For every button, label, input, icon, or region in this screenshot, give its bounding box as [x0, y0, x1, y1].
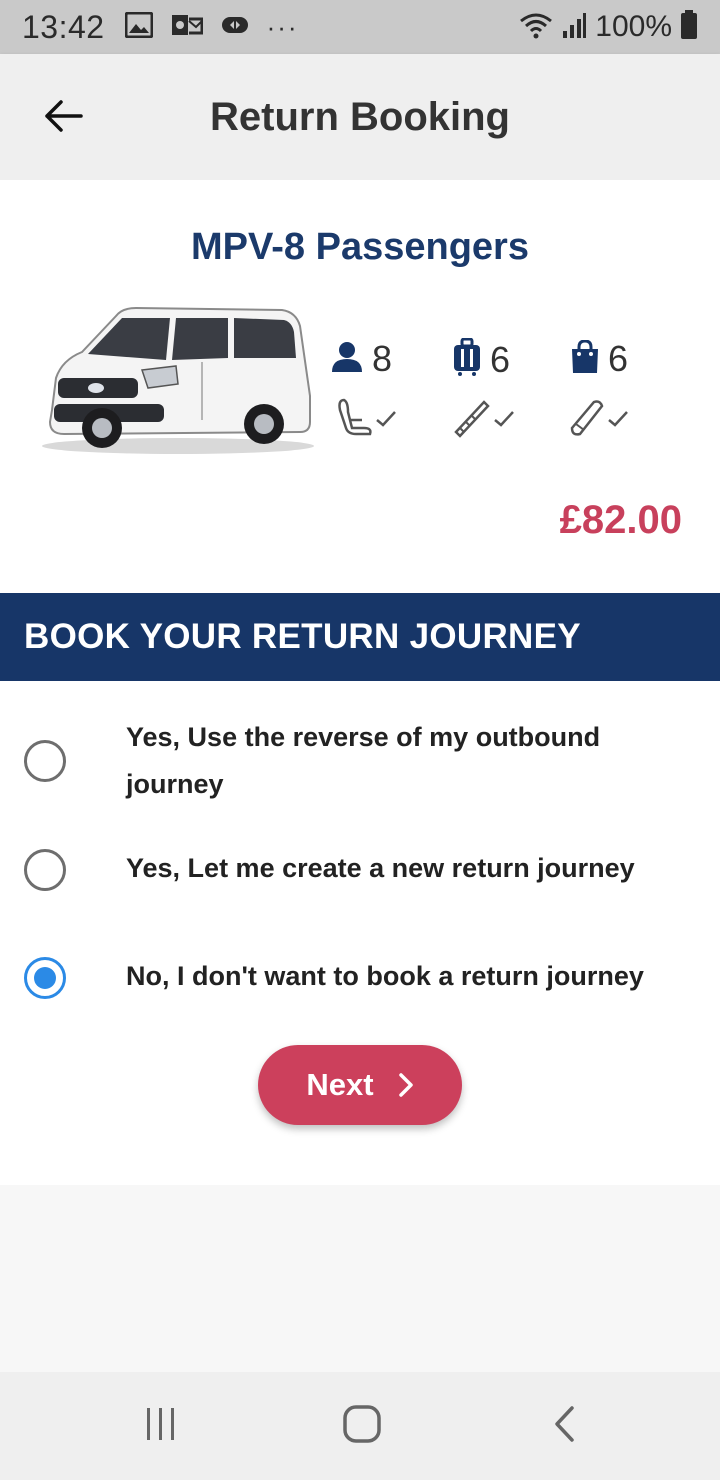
- vehicle-price: £82.00: [559, 498, 682, 542]
- section-title: BOOK YOUR RETURN JOURNEY: [24, 617, 581, 656]
- app-bar: Return Booking: [0, 54, 720, 180]
- option-new-return[interactable]: Yes, Let me create a new return journey: [0, 845, 720, 905]
- skis-extra: [452, 398, 516, 443]
- status-bar: 13:42 ··· 100%: [0, 0, 720, 54]
- system-nav-bar: [0, 1372, 720, 1480]
- check-icon: [606, 408, 630, 433]
- check-icon: [374, 408, 398, 433]
- bag-capacity: 6: [570, 338, 628, 380]
- recent-apps-button[interactable]: [131, 1402, 191, 1450]
- option-label: Yes, Use the reverse of my outbound jour…: [126, 722, 601, 799]
- radio-new-return[interactable]: [24, 849, 66, 891]
- golf-bag-icon: [566, 398, 606, 443]
- next-button[interactable]: Next: [258, 1045, 462, 1125]
- gallery-icon: [124, 11, 154, 43]
- skis-icon: [452, 398, 492, 443]
- recent-apps-icon: [143, 1406, 179, 1447]
- return-section-banner: BOOK YOUR RETURN JOURNEY: [0, 593, 720, 681]
- outlook-icon: [171, 12, 204, 43]
- suitcase-icon: [452, 337, 482, 381]
- option-label: No, I don't want to book a return journe…: [126, 961, 644, 991]
- wifi-icon: [519, 11, 553, 44]
- system-icons: 100%: [519, 9, 698, 45]
- option-label: Yes, Let me create a new return journey: [126, 853, 635, 883]
- suitcase-count: 6: [490, 338, 511, 380]
- page-title: Return Booking: [210, 94, 510, 139]
- notification-icons: ···: [124, 11, 299, 43]
- vehicle-name: MPV-8 Passengers: [191, 226, 529, 268]
- passenger-capacity: 8: [330, 338, 392, 380]
- baby-seat-icon: [336, 398, 374, 443]
- next-button-label: Next: [306, 1067, 374, 1102]
- home-button[interactable]: [332, 1402, 392, 1450]
- check-icon: [492, 408, 516, 433]
- option-reverse-outbound[interactable]: Yes, Use the reverse of my outbound jour…: [0, 714, 720, 814]
- shopping-bag-icon: [570, 338, 600, 379]
- chevron-right-icon: [398, 1072, 414, 1098]
- person-icon: [330, 341, 364, 378]
- home-icon: [342, 1404, 382, 1449]
- radio-reverse-outbound[interactable]: [24, 740, 66, 782]
- option-no-return[interactable]: No, I don't want to book a return journe…: [0, 953, 720, 1013]
- baby-seat-extra: [336, 398, 398, 443]
- back-button[interactable]: [30, 90, 96, 146]
- signal-icon: [561, 11, 587, 44]
- passenger-count: 8: [372, 338, 393, 379]
- chevron-left-icon: [552, 1405, 576, 1448]
- battery-icon: [680, 9, 698, 45]
- battery-percentage: 100%: [595, 10, 672, 43]
- back-nav-button[interactable]: [534, 1402, 594, 1450]
- radio-no-return[interactable]: [24, 957, 66, 999]
- golf-bag-extra: [566, 398, 630, 443]
- arrow-left-icon: [43, 99, 83, 138]
- bag-count: 6: [608, 338, 629, 379]
- more-notifications-icon: ···: [266, 11, 299, 42]
- vehicle-image: [38, 300, 318, 460]
- status-time: 13:42: [22, 8, 105, 45]
- suitcase-capacity: 6: [452, 337, 511, 381]
- booking-content: MPV-8 Passengers 8 6 6 £82.00 BOOK YOUR …: [0, 180, 720, 1185]
- media-icon: [221, 15, 249, 40]
